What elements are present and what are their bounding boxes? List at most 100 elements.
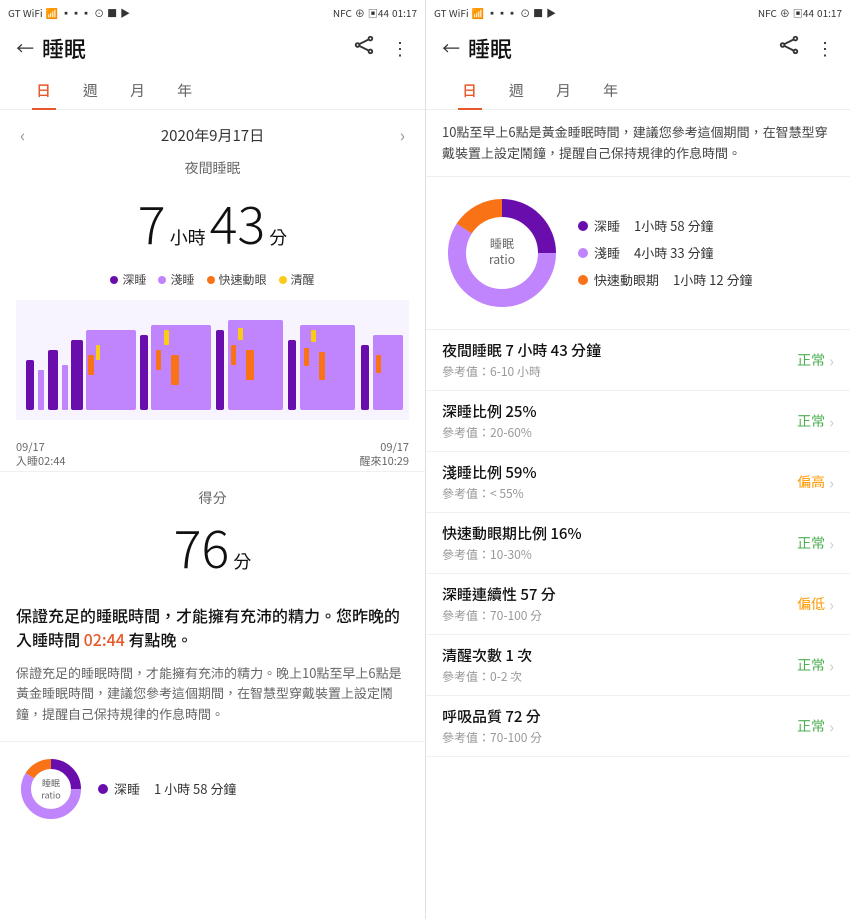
status-5: 正常 — [797, 655, 825, 675]
donut-center-label: 睡眠 ratio — [489, 236, 515, 270]
score-value: 76 — [174, 508, 230, 583]
chevron-2: › — [829, 470, 834, 494]
score-unit: 分 — [233, 548, 251, 574]
date-display: 2020年9月17日 — [161, 125, 264, 146]
signal-icon-r: ▪▪▪ — [487, 5, 517, 20]
battery-icon-r: ▣44 — [793, 5, 814, 20]
stat-label-deep-r: 深睡 — [594, 216, 620, 235]
chevron-1: › — [829, 409, 834, 433]
tab-week-left[interactable]: 週 — [67, 72, 114, 109]
back-button-right[interactable]: ← — [442, 35, 460, 61]
donut-stats-section: 睡眠 ratio 深睡 1小時 58 分鐘 淺睡 4小時 33 分鐘 快速動 — [426, 177, 850, 329]
cast-icon-r: ■ — [533, 5, 543, 20]
metric-ref-4: 參考值：70-100 分 — [442, 607, 797, 624]
header-icons-right: ⋮ — [778, 34, 834, 62]
route-icon-right[interactable] — [778, 34, 800, 62]
metric-title-5: 清醒次數 1 次 — [442, 645, 797, 666]
status-left: GT WiFi 📶 ▪▪▪ ⊙ ■ ▶ — [8, 5, 130, 20]
metric-right-4: 偏低 › — [797, 592, 834, 616]
sleep-start-time: 入睡02:44 — [16, 454, 65, 468]
metric-right-5: 正常 › — [797, 653, 834, 677]
back-button-left[interactable]: ← — [16, 35, 34, 61]
status-0: 正常 — [797, 350, 825, 370]
sleep-legend: 深睡 淺睡 快速動眼 清醒 — [0, 267, 425, 292]
tab-month-left[interactable]: 月 — [114, 72, 161, 109]
status-left-text-r: GT WiFi — [434, 5, 469, 20]
metric-row-3[interactable]: 快速動眼期比例 16% 參考值：10-30% 正常 › — [426, 513, 850, 574]
metric-right-1: 正常 › — [797, 409, 834, 433]
status-right-r: NFC ⊕ ▣44 01:17 — [758, 5, 842, 20]
status-6: 正常 — [797, 716, 825, 736]
advice-time-highlight: 02:44 — [84, 627, 125, 651]
bottom-donut-label: 睡眠ratio — [41, 777, 60, 800]
right-panel: GT WiFi 📶 ▪▪▪ ⊙ ■ ▶ NFC ⊕ ▣44 01:17 ← 睡眠 — [425, 0, 850, 919]
metric-row-4[interactable]: 深睡連續性 57 分 參考值：70-100 分 偏低 › — [426, 574, 850, 635]
next-date-btn[interactable]: › — [396, 118, 409, 152]
sleep-type: 夜間睡眠 — [0, 156, 425, 180]
advice-highlight: 保證充足的睡眠時間，才能擁有充沛的精力。您昨晚的入睡時間 02:44 有點晚。 — [0, 591, 425, 659]
sleep-hours-unit: 小時 — [170, 224, 206, 250]
metric-left-5: 清醒次數 1 次 參考值：0-2 次 — [442, 645, 797, 685]
time-right: 01:17 — [817, 5, 842, 20]
donut-label-line2: ratio — [489, 252, 515, 269]
tab-year-left[interactable]: 年 — [161, 72, 208, 109]
menu-icon-left[interactable]: ⋮ — [391, 35, 409, 61]
time-left: 01:17 — [392, 5, 417, 20]
sleep-duration: 7 小時 43 分 — [0, 180, 425, 267]
stat-dot-deep-r — [578, 221, 588, 231]
route-icon-left[interactable] — [353, 34, 375, 62]
legend-label-awake: 清醒 — [291, 271, 315, 288]
legend-dot-deep — [110, 276, 118, 284]
metric-left-4: 深睡連續性 57 分 參考值：70-100 分 — [442, 584, 797, 624]
bottom-donut-container: 睡眠ratio — [16, 754, 86, 824]
tab-month-right[interactable]: 月 — [540, 72, 587, 109]
prev-date-btn[interactable]: ‹ — [16, 118, 29, 152]
sleep-hours: 7 — [138, 184, 166, 259]
metric-left-1: 深睡比例 25% 參考值：20-60% — [442, 401, 797, 441]
tab-week-right[interactable]: 週 — [493, 72, 540, 109]
metric-right-2: 偏高 › — [797, 470, 834, 494]
status-4: 偏低 — [797, 594, 825, 614]
sleep-chart — [16, 300, 409, 430]
header-right-group: ← 睡眠 — [442, 32, 512, 64]
metric-row-5[interactable]: 清醒次數 1 次 參考值：0-2 次 正常 › — [426, 635, 850, 696]
metric-row-6[interactable]: 呼吸品質 72 分 參考值：70-100 分 正常 › — [426, 696, 850, 757]
metric-right-3: 正常 › — [797, 531, 834, 555]
signal-icon: ▪▪▪ — [61, 5, 91, 20]
metric-row-1[interactable]: 深睡比例 25% 參考值：20-60% 正常 › — [426, 391, 850, 452]
legend-label-light: 淺睡 — [170, 271, 194, 288]
metric-left-3: 快速動眼期比例 16% 參考值：10-30% — [442, 523, 797, 563]
tab-day-right[interactable]: 日 — [446, 72, 493, 109]
stat-value-light-r: 4小時 33 分鐘 — [634, 243, 713, 262]
stat-light: 淺睡 4小時 33 分鐘 — [578, 243, 834, 262]
legend-dot-rem — [207, 276, 215, 284]
bluetooth-icon: ⊕ — [355, 5, 365, 20]
media-icon: ▶ — [120, 5, 130, 20]
page-title-right: 睡眠 — [468, 32, 512, 64]
tab-day-left[interactable]: 日 — [20, 72, 67, 109]
tabs-left: 日 週 月 年 — [0, 72, 425, 110]
sleep-end-time: 醒來10:29 — [360, 454, 409, 468]
chevron-5: › — [829, 653, 834, 677]
sleep-chart-svg — [16, 300, 409, 420]
stat-value-deep: 1 小時 58 分鐘 — [154, 779, 236, 798]
metric-row-0[interactable]: 夜間睡眠 7 小時 43 分鐘 參考值：6-10 小時 正常 › — [426, 330, 850, 391]
metric-left-2: 淺睡比例 59% 參考值：< 55% — [442, 462, 797, 502]
header-left: ← 睡眠 ⋮ — [0, 24, 425, 72]
content-left: ‹ 2020年9月17日 › 夜間睡眠 7 小時 43 分 深睡 淺睡 快速動眼 — [0, 110, 425, 919]
sleep-end-label: 09/17 醒來10:29 — [360, 440, 409, 469]
tab-year-right[interactable]: 年 — [587, 72, 634, 109]
metric-row-2[interactable]: 淺睡比例 59% 參考值：< 55% 偏高 › — [426, 452, 850, 513]
status-left-right: GT WiFi 📶 ▪▪▪ ⊙ ■ ▶ — [434, 5, 556, 20]
stat-rem: 快速動眼期 1小時 12 分鐘 — [578, 270, 834, 289]
menu-icon-right[interactable]: ⋮ — [816, 35, 834, 61]
metric-ref-0: 參考值：6-10 小時 — [442, 363, 797, 380]
score-section: 得分 76 分 — [0, 471, 425, 591]
score-label: 得分 — [0, 488, 425, 508]
metric-title-0: 夜間睡眠 7 小時 43 分鐘 — [442, 340, 797, 361]
legend-deep: 深睡 — [110, 271, 146, 288]
sleep-end-date: 09/17 — [360, 440, 409, 454]
stat-dot-deep — [98, 784, 108, 794]
bottom-stat-deep: 深睡 1 小時 58 分鐘 — [98, 779, 236, 798]
metric-title-3: 快速動眼期比例 16% — [442, 523, 797, 544]
